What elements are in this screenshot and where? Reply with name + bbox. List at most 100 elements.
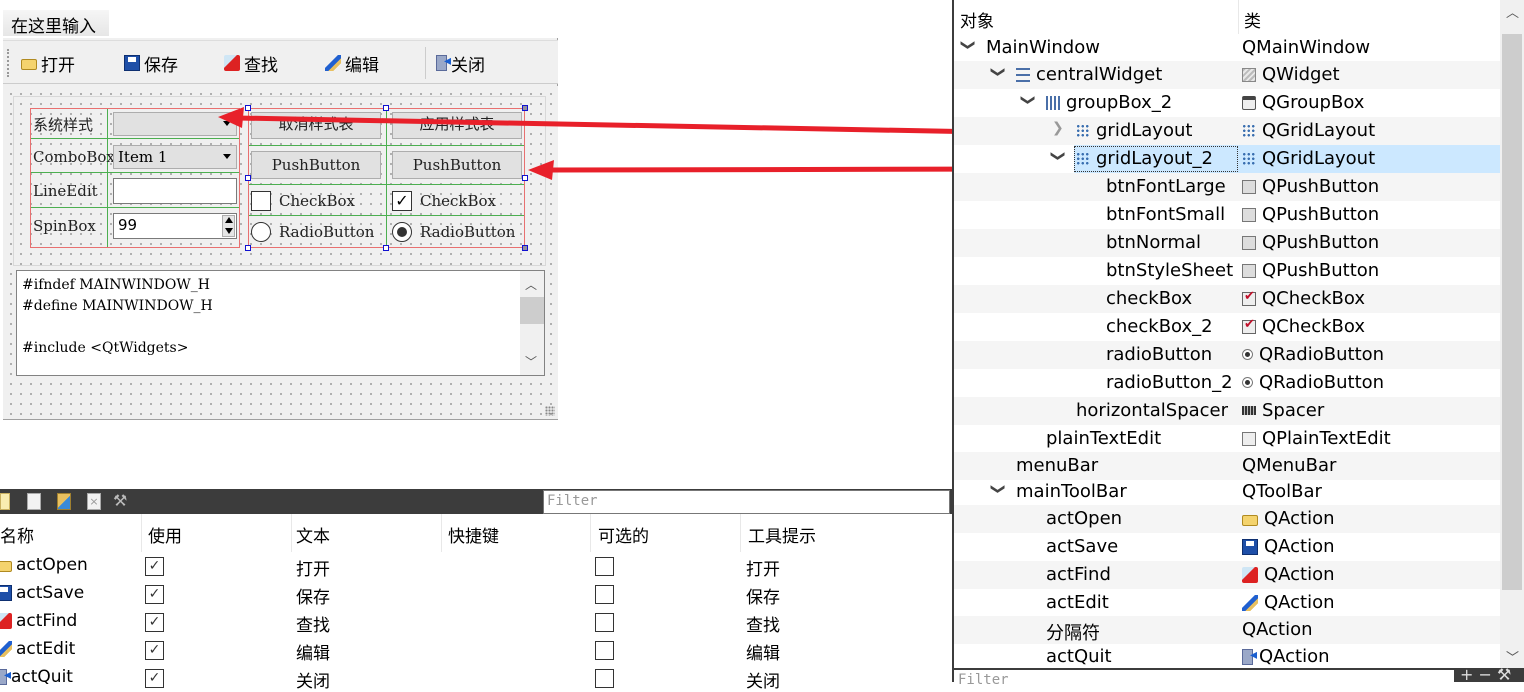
add-remove-icons[interactable]: + − ⚒ — [1460, 667, 1511, 683]
plain-text-edit[interactable]: #ifndef MAINWINDOW_H #define MAINWINDOW_… — [16, 270, 545, 376]
scrollbar-thumb[interactable] — [1502, 34, 1522, 590]
tree-row[interactable]: actFind QAction — [954, 561, 1500, 589]
action-row[interactable]: actFind ✓ 查找 查找 — [0, 608, 952, 636]
style-combo[interactable] — [113, 112, 237, 136]
menu-type-here[interactable]: 在这里输入 — [3, 10, 109, 37]
used-checkbox[interactable]: ✓ — [145, 557, 164, 576]
column-header-shortcut[interactable]: 快捷键 — [448, 522, 499, 547]
spin-up-icon[interactable] — [225, 217, 233, 223]
action-row[interactable]: actOpen ✓ 打开 打开 — [0, 552, 952, 580]
toolbar-open-button[interactable]: 打开 — [21, 51, 75, 76]
tree-row[interactable]: checkBox QCheckBox — [954, 285, 1500, 313]
scroll-up-icon[interactable]: ︿ — [1506, 2, 1519, 21]
checkable-checkbox[interactable] — [595, 557, 614, 576]
copy-action-icon[interactable] — [27, 493, 41, 510]
radio-button-2[interactable] — [392, 222, 412, 242]
tree-row[interactable]: ❯ groupBox_2 QGroupBox — [954, 89, 1500, 117]
column-header-text[interactable]: 文本 — [296, 522, 330, 547]
scroll-down-icon[interactable]: ﹀ — [525, 352, 537, 373]
tree-row[interactable]: btnStyleSheet QPushButton — [954, 257, 1500, 285]
checkable-checkbox[interactable] — [595, 613, 614, 632]
chevron-right-icon[interactable]: ❯ — [1052, 120, 1064, 136]
grid-layout[interactable]: 系统样式 ComboBox Item 1 LineEdit SpinBox 99 — [30, 108, 240, 248]
configure-icon[interactable]: ⚒ — [113, 493, 135, 510]
scroll-up-icon[interactable]: ︿ — [525, 275, 537, 296]
grid-layout-2[interactable]: 取消样式表 应用样式表 PushButton PushButton CheckB… — [248, 108, 525, 248]
toolbar-save-button[interactable]: 保存 — [124, 51, 178, 76]
checkable-checkbox[interactable] — [595, 641, 614, 660]
used-checkbox[interactable]: ✓ — [145, 641, 164, 660]
resize-handle[interactable] — [245, 105, 251, 111]
tree-row[interactable]: btnFontSmall QPushButton — [954, 201, 1500, 229]
action-filter-input[interactable]: Filter — [543, 490, 950, 514]
column-header-name[interactable]: 名称 — [0, 522, 34, 547]
tree-row[interactable]: actEdit QAction — [954, 589, 1500, 617]
combobox[interactable]: Item 1 — [113, 145, 237, 169]
apply-stylesheet-button[interactable]: 应用样式表 — [392, 112, 522, 139]
line-edit[interactable] — [113, 178, 237, 204]
paste-action-icon[interactable] — [57, 493, 71, 510]
column-header-used[interactable]: 使用 — [148, 522, 182, 547]
action-row[interactable]: actQuit ✓ 关闭 关闭 — [0, 664, 952, 692]
scrollbar-thumb[interactable] — [520, 297, 544, 324]
inspector-scrollbar[interactable]: ︿ ﹀ — [1500, 0, 1524, 668]
chevron-down-icon[interactable]: ❯ — [1050, 150, 1066, 162]
chevron-down-icon[interactable]: ❯ — [990, 483, 1006, 495]
tree-row[interactable]: actSave QAction — [954, 533, 1500, 561]
checkable-checkbox[interactable] — [595, 669, 614, 688]
column-header-checkable[interactable]: 可选的 — [598, 522, 649, 547]
resize-handle[interactable] — [383, 105, 389, 111]
tree-row[interactable]: checkBox_2 QCheckBox — [954, 313, 1500, 341]
tree-row[interactable]: actOpen QAction — [954, 505, 1500, 533]
column-divider[interactable] — [590, 514, 591, 552]
checkable-checkbox[interactable] — [595, 585, 614, 604]
resize-handle[interactable] — [245, 175, 251, 181]
column-header-tooltip[interactable]: 工具提示 — [748, 522, 816, 547]
push-button-1[interactable]: PushButton — [251, 151, 381, 179]
radio-button-1[interactable] — [251, 222, 271, 242]
tree-row[interactable]: ❯ gridLayout_2 QGridLayout — [954, 145, 1500, 173]
delete-action-icon[interactable]: × — [87, 493, 101, 510]
tree-row[interactable]: ❯ centralWidget QWidget — [954, 61, 1500, 89]
column-divider[interactable] — [1238, 0, 1239, 34]
column-divider[interactable] — [291, 514, 292, 552]
spin-down-icon[interactable] — [225, 228, 233, 234]
resize-handle[interactable] — [245, 245, 251, 251]
scroll-down-icon[interactable]: ﹀ — [1506, 647, 1519, 666]
resize-handle[interactable] — [522, 105, 528, 111]
used-checkbox[interactable]: ✓ — [145, 669, 164, 688]
column-divider[interactable] — [141, 514, 142, 552]
chevron-down-icon[interactable]: ❯ — [960, 39, 976, 51]
spinbox-buttons[interactable] — [222, 215, 235, 237]
toolbar-quit-button[interactable]: 关闭 — [436, 51, 485, 76]
used-checkbox[interactable]: ✓ — [145, 585, 164, 604]
tree-row[interactable]: actQuit QAction — [954, 643, 1500, 671]
resize-handle[interactable] — [522, 245, 528, 251]
action-row[interactable]: actSave ✓ 保存 保存 — [0, 580, 952, 608]
chevron-down-icon[interactable]: ❯ — [1020, 94, 1036, 106]
toolbar-grip[interactable] — [7, 49, 9, 77]
cancel-stylesheet-button[interactable]: 取消样式表 — [251, 112, 381, 139]
chevron-down-icon[interactable]: ❯ — [990, 66, 1006, 78]
tree-row[interactable]: plainTextEdit QPlainTextEdit — [954, 425, 1500, 453]
tree-row[interactable]: btnFontLarge QPushButton — [954, 173, 1500, 201]
spinbox[interactable]: 99 — [113, 213, 237, 239]
tree-row[interactable]: radioButton QRadioButton — [954, 341, 1500, 369]
push-button-2[interactable]: PushButton — [392, 151, 522, 179]
action-row[interactable]: actEdit ✓ 编辑 编辑 — [0, 636, 952, 664]
checkbox-2[interactable]: ✓ — [392, 191, 412, 211]
tree-row[interactable]: horizontalSpacer Spacer — [954, 397, 1500, 425]
size-grip-icon[interactable] — [545, 406, 555, 416]
tree-row[interactable]: ❯ gridLayout QGridLayout — [954, 117, 1500, 145]
new-action-icon[interactable] — [0, 493, 10, 510]
toolbar-edit-button[interactable]: 编辑 — [325, 51, 379, 76]
tree-row[interactable]: radioButton_2 QRadioButton — [954, 369, 1500, 397]
column-header-class[interactable]: 类 — [1244, 7, 1261, 32]
column-divider[interactable] — [441, 514, 442, 552]
vertical-scrollbar[interactable]: ︿ ﹀ — [520, 271, 544, 375]
column-divider[interactable] — [740, 514, 741, 552]
tree-row[interactable]: menuBar QMenuBar — [954, 452, 1500, 480]
tree-row[interactable]: ❯ MainWindow QMainWindow — [954, 34, 1500, 62]
resize-handle[interactable] — [522, 175, 528, 181]
toolbar-find-button[interactable]: 查找 — [224, 51, 278, 76]
